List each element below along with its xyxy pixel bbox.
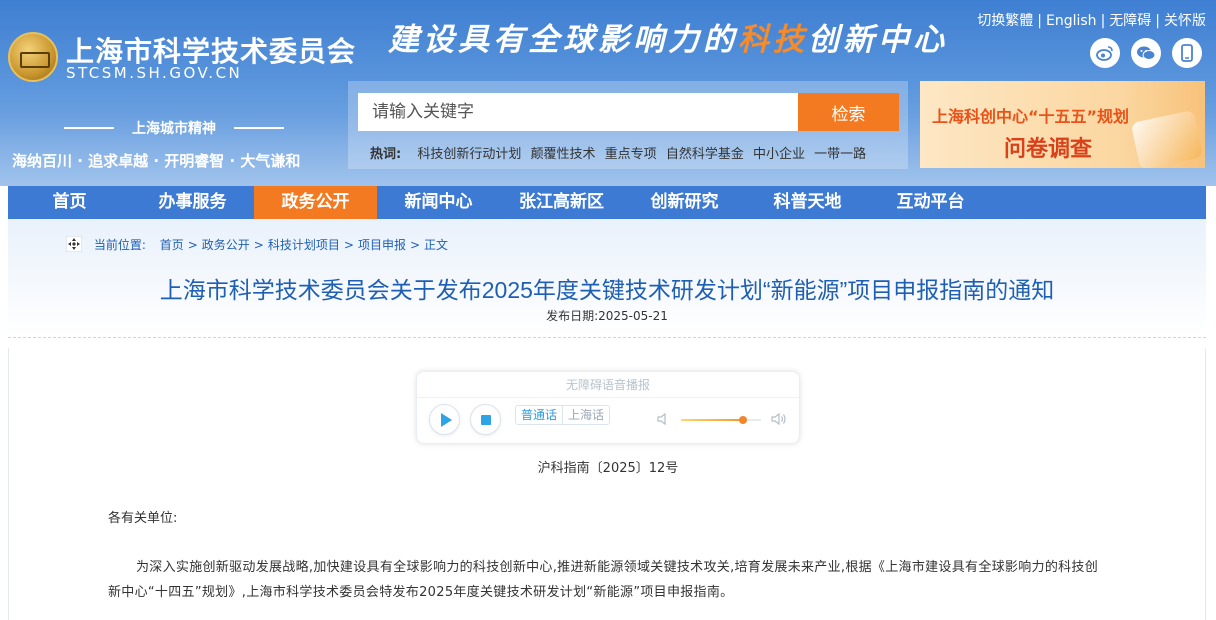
- hot-word-link[interactable]: 科技创新行动计划: [417, 147, 521, 162]
- header-slogan: 建设具有全球影响力的科技创新中心: [388, 14, 948, 59]
- weibo-glyph-icon: [1096, 46, 1113, 61]
- city-spirit-text: 海纳百川 · 追求卓越 · 开明睿智 · 大气谦和: [12, 152, 301, 170]
- link-care-mode[interactable]: 关怀版: [1164, 13, 1206, 29]
- mobile-icon[interactable]: [1172, 38, 1202, 68]
- breadcrumb-item-home[interactable]: 首页: [160, 238, 184, 252]
- nav-item-zhangjiang[interactable]: 张江高新区: [500, 186, 623, 219]
- volume-low-icon[interactable]: [657, 413, 669, 425]
- breadcrumb-item-gov-affairs[interactable]: 政务公开: [202, 238, 250, 252]
- survey-decoration-icon: [1130, 109, 1204, 168]
- article-title: 上海市科学技术委员会关于发布2025年度关键技术研发计划“新能源”项目申报指南的…: [159, 277, 1055, 303]
- link-separator: |: [1155, 13, 1160, 29]
- link-english[interactable]: English: [1046, 13, 1097, 29]
- link-traditional-chinese[interactable]: 切换繁體: [977, 13, 1033, 29]
- breadcrumb-separator: >: [187, 238, 198, 252]
- stop-button[interactable]: [470, 404, 501, 435]
- hot-word-link[interactable]: 颠覆性技术: [531, 147, 596, 162]
- nav-item-services[interactable]: 办事服务: [131, 186, 254, 219]
- search-input[interactable]: [358, 93, 798, 131]
- article-header: 当前位置: 首页 > 政务公开 > 科技计划项目 > 项目申报 > 正文 上海市科学技术委员会关…: [8, 219, 1206, 337]
- slogan-text: 建设具有全球影响力的: [388, 22, 738, 58]
- document-number: 沪科指南〔2025〕12号: [537, 461, 679, 476]
- volume-high-icon[interactable]: [771, 412, 787, 426]
- survey-banner-subtitle: 问卷调查: [1004, 137, 1093, 162]
- hot-word-link[interactable]: 重点专项: [605, 147, 657, 162]
- wechat-icon[interactable]: [1131, 38, 1161, 68]
- hot-word-link[interactable]: 一带一路: [814, 147, 866, 162]
- hot-words: 热词: 科技创新行动计划 颠覆性技术 重点专项 自然科学基金 中小企业 一带一路: [370, 143, 871, 162]
- slogan-text-end: 创新中心: [808, 22, 948, 58]
- search-panel: 检索 热词: 科技创新行动计划 颠覆性技术 重点专项 自然科学基金 中小企业 一…: [348, 81, 908, 169]
- audio-player-title: 无障碍语音播报: [417, 376, 799, 398]
- salutation: 各有关单位:: [108, 511, 178, 526]
- weibo-icon[interactable]: [1090, 38, 1120, 68]
- breadcrumb-item-projects[interactable]: 科技计划项目: [268, 238, 340, 252]
- link-accessibility[interactable]: 无障碍: [1109, 13, 1151, 29]
- link-separator: |: [1037, 13, 1042, 29]
- volume-slider[interactable]: [681, 416, 761, 424]
- link-separator: |: [1100, 13, 1106, 29]
- breadcrumb-separator: >: [253, 238, 264, 252]
- hot-word-link[interactable]: 中小企业: [753, 147, 805, 162]
- top-links: 切换繁體 | English | 无障碍 | 关怀版: [977, 10, 1206, 30]
- breadcrumb-label: 当前位置:: [93, 238, 146, 252]
- nav-item-news[interactable]: 新闻中心: [377, 186, 500, 219]
- location-icon: [66, 235, 82, 252]
- search-button[interactable]: 检索: [798, 93, 899, 131]
- dialect-mandarin-option[interactable]: 普通话: [516, 406, 562, 424]
- mobile-glyph-icon: [1181, 44, 1193, 62]
- publish-date: 发布日期:2025-05-21: [546, 309, 668, 323]
- breadcrumb-item-current: 正文: [424, 238, 449, 252]
- breadcrumb-separator: >: [343, 238, 354, 252]
- city-spirit-title: 上海城市精神: [64, 118, 284, 138]
- slogan-highlight: 科技: [738, 22, 808, 58]
- audio-player: 无障碍语音播报 普通话 上海话: [416, 371, 800, 444]
- breadcrumb-separator: >: [409, 238, 421, 252]
- header-divider: [8, 337, 1206, 338]
- dialect-toggle: 普通话 上海话: [515, 405, 611, 425]
- survey-banner[interactable]: 上海科创中心“十五五”规划 问卷调查: [920, 81, 1205, 168]
- nav-item-interaction[interactable]: 互动平台: [869, 186, 992, 219]
- volume-slider-knob[interactable]: [739, 416, 748, 424]
- wechat-glyph-icon: [1137, 46, 1156, 60]
- breadcrumb: 当前位置: 首页 > 政务公开 > 科技计划项目 > 项目申报 > 正文: [66, 235, 449, 254]
- article-paragraph: 为深入实施创新驱动发展战略,加快建设具有全球影响力的科技创新中心,推进新能源领域…: [108, 560, 1099, 600]
- hot-words-label: 热词:: [370, 147, 402, 162]
- nav-item-research[interactable]: 创新研究: [623, 186, 746, 219]
- nav-item-science-pop[interactable]: 科普天地: [746, 186, 869, 219]
- survey-banner-title: 上海科创中心“十五五”规划: [932, 107, 1130, 126]
- hot-word-link[interactable]: 自然科学基金: [666, 147, 744, 162]
- dialect-shanghai-option[interactable]: 上海话: [562, 406, 609, 424]
- play-button[interactable]: [429, 404, 460, 435]
- logo-emblem-icon[interactable]: [8, 32, 58, 82]
- nav-item-home[interactable]: 首页: [8, 186, 131, 219]
- main-nav: 首页 办事服务 政务公开 新闻中心 张江高新区 创新研究 科普天地 互动平台: [8, 186, 1206, 219]
- site-domain: STCSM.SH.GOV.CN: [66, 64, 243, 82]
- site-header: 上海市科学技术委员会 STCSM.SH.GOV.CN 建设具有全球影响力的科技创…: [0, 0, 1216, 186]
- nav-item-gov-affairs[interactable]: 政务公开: [254, 186, 377, 219]
- volume-slider-fill: [681, 419, 744, 421]
- breadcrumb-item-application[interactable]: 项目申报: [358, 238, 406, 252]
